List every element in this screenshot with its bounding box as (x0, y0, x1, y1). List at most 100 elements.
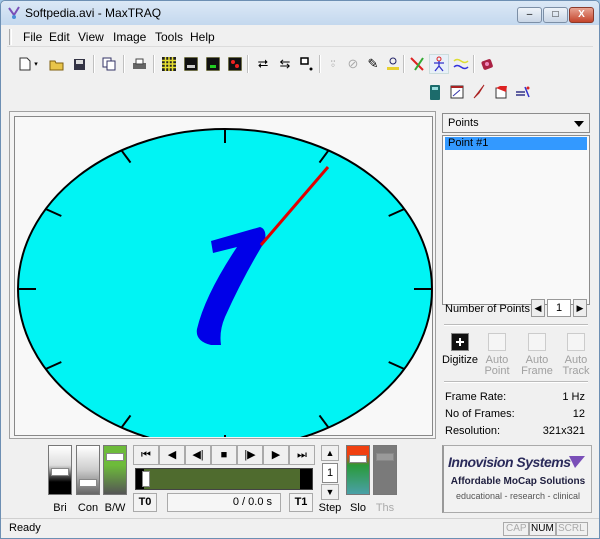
increase-points-button[interactable]: ▶ (573, 299, 587, 317)
calculator-icon[interactable] (425, 82, 445, 102)
number-of-points-value[interactable]: 1 (547, 299, 571, 317)
step-forward-button[interactable]: |▶ (237, 445, 263, 465)
first-frame-button[interactable]: ⏮ (133, 445, 159, 465)
toolbar-separator (403, 55, 405, 73)
print-icon[interactable] (129, 54, 149, 74)
sparkle-icon[interactable] (513, 82, 533, 102)
contrast-slider[interactable] (76, 445, 100, 495)
contrast-label: Con (77, 502, 99, 514)
points-list[interactable]: Point #1 (442, 135, 590, 305)
divider (444, 324, 588, 326)
num-indicator: NUM (528, 522, 557, 536)
image-bw-icon[interactable] (181, 54, 201, 74)
maximize-button[interactable]: □ (543, 7, 568, 23)
auto-track-label: Auto Track (562, 354, 590, 377)
pencil-line-icon[interactable] (407, 54, 427, 74)
threshold-slider[interactable] (373, 445, 397, 495)
image-red-icon[interactable] (225, 54, 245, 74)
step-back-button[interactable]: ◀| (185, 445, 211, 465)
close-icon: X (578, 9, 585, 20)
step-up-button[interactable]: ▲ (321, 445, 339, 461)
minimize-icon: – (526, 9, 533, 20)
step-down-button[interactable]: ▼ (321, 484, 339, 500)
play-icon: ▶ (271, 449, 281, 461)
crop-icon[interactable] (297, 54, 317, 74)
flip-icon[interactable]: ⇆ (275, 54, 295, 74)
brightness-slider[interactable] (48, 445, 72, 495)
menu-edit[interactable]: Edit (49, 30, 70, 44)
t1-button[interactable]: T1 (289, 493, 313, 512)
wave-graph-icon[interactable] (451, 54, 471, 74)
scroll-indicator: SCRL (555, 522, 588, 536)
bookmark-icon[interactable] (491, 82, 511, 102)
bw-slider[interactable] (103, 445, 127, 495)
frame-rate-row: Frame Rate: 1 Hz (445, 391, 585, 403)
auto-point-button[interactable]: Auto Point (477, 333, 517, 377)
menu-help[interactable]: Help (190, 30, 215, 44)
frame-rate-value: 1 Hz (562, 391, 585, 403)
toolbar-separator (247, 55, 249, 73)
grid-icon[interactable] (159, 54, 179, 74)
edit-point-icon[interactable]: ✎ (363, 54, 383, 74)
step-value[interactable]: 1 (322, 463, 338, 483)
dropdown-arrow-icon[interactable] (574, 121, 584, 127)
slider-thumb[interactable] (51, 468, 69, 476)
fast-forward-icon: ⏭ (297, 449, 307, 461)
step-label: Step (318, 502, 342, 514)
title-bar: Softpedia.avi - MaxTRAQ – □ X (1, 1, 599, 25)
brightness-label: Bri (53, 502, 67, 514)
frame-count-value: 12 (572, 408, 585, 420)
step-back-icon: ◀| (192, 449, 204, 461)
copy-icon[interactable] (99, 54, 119, 74)
menu-tools[interactable]: Tools (155, 30, 183, 44)
clock-frame[interactable] (15, 117, 434, 450)
status-text: Ready (9, 522, 41, 534)
maximize-icon: □ (552, 9, 559, 20)
rotate-icon[interactable]: ⮂ (253, 54, 273, 74)
menu-image[interactable]: Image (113, 30, 146, 44)
auto-frame-button[interactable]: Auto Frame (517, 333, 557, 377)
minimize-button[interactable]: – (517, 7, 542, 23)
logo-triangle-icon (569, 456, 585, 468)
menu-grip[interactable] (9, 29, 12, 45)
rewind-icon: ⏮ (141, 449, 151, 461)
chart-window-icon[interactable] (447, 82, 467, 102)
view-mode-dropdown[interactable]: Points (442, 113, 590, 133)
menu-view[interactable]: View (78, 30, 104, 44)
new-dropdown-icon[interactable]: ▾ (31, 54, 41, 74)
auto-frame-label: Auto Frame (521, 354, 553, 377)
lightning-icon[interactable] (469, 82, 489, 102)
last-frame-button[interactable]: ⏭ (289, 445, 315, 465)
menu-file[interactable]: File (23, 30, 42, 44)
timeline-thumb[interactable] (142, 471, 150, 487)
auto-track-button[interactable]: Auto Track (556, 333, 596, 377)
decrease-points-button[interactable]: ◀ (531, 299, 545, 317)
close-button[interactable]: X (569, 7, 594, 23)
timeline-end-marker (300, 469, 312, 489)
image-green-icon[interactable] (203, 54, 223, 74)
previous-button[interactable]: ◀ (159, 445, 185, 465)
list-item[interactable]: Point #1 (445, 137, 587, 150)
book-icon[interactable] (477, 54, 497, 74)
play-button[interactable]: ▶ (263, 445, 289, 465)
t0-button[interactable]: T0 (133, 493, 157, 512)
video-frame[interactable] (14, 116, 434, 450)
menu-bar: File Edit View Image Tools Help (7, 27, 593, 47)
open-folder-icon[interactable] (47, 54, 67, 74)
threshold-label: Ths (375, 502, 395, 514)
save-icon[interactable] (69, 54, 89, 74)
slow-slider[interactable] (346, 445, 370, 495)
timeline-track[interactable] (135, 468, 313, 490)
point-tool-icon[interactable]: ⍤ (323, 54, 343, 74)
slider-thumb[interactable] (79, 479, 97, 487)
digitize-button[interactable]: Digitize (440, 333, 480, 366)
slider-thumb[interactable] (106, 453, 124, 461)
app-logo-icon (8, 6, 20, 19)
stop-button[interactable]: ■ (211, 445, 237, 465)
stick-figure-icon[interactable] (429, 54, 449, 74)
slider-thumb[interactable] (376, 453, 394, 461)
play-back-icon: ◀ (167, 449, 177, 461)
auto-point-icon[interactable] (383, 54, 403, 74)
line-tool-icon[interactable]: ⊘ (343, 54, 363, 74)
slider-thumb[interactable] (349, 455, 367, 463)
